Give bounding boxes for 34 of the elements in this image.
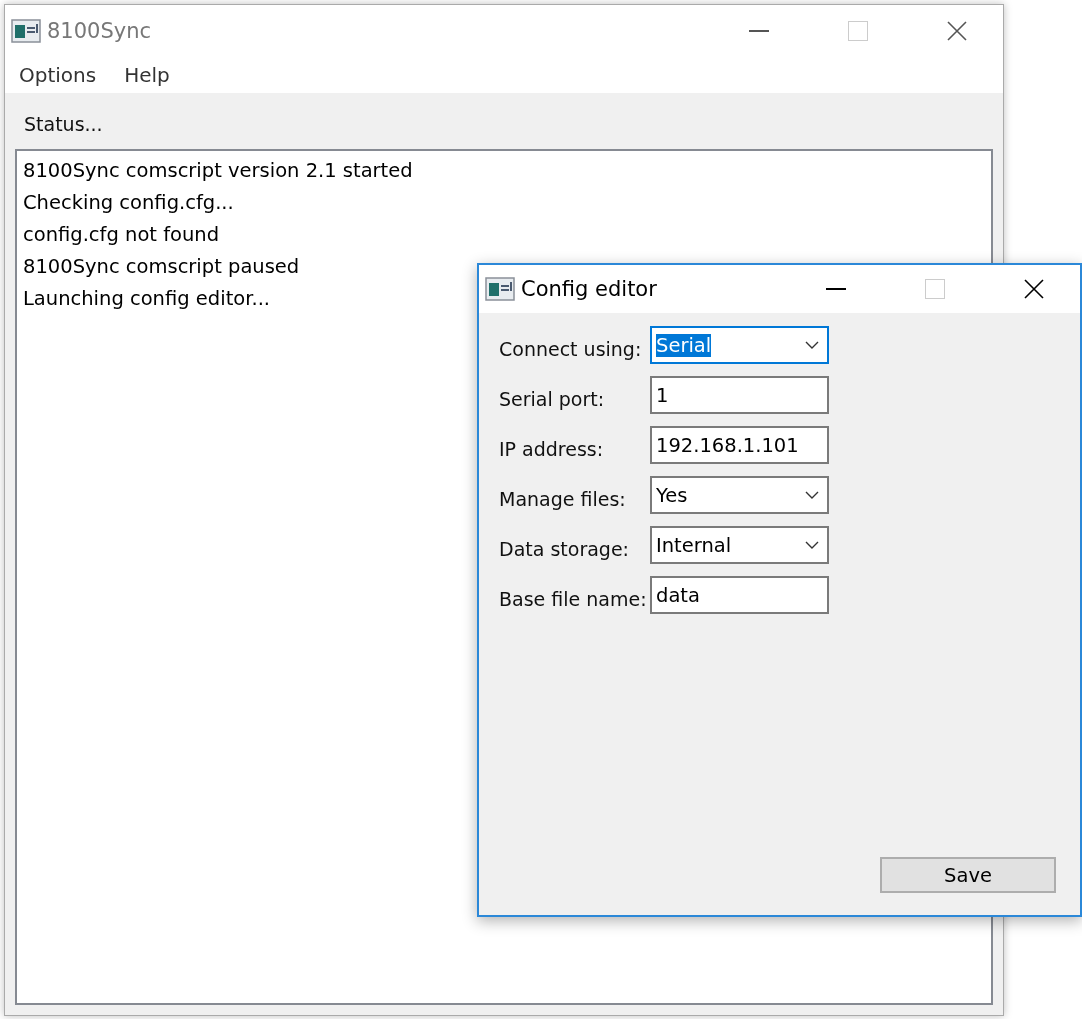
dropdown[interactable]: Yes [650, 476, 829, 514]
minimize-icon [825, 288, 846, 290]
field-label: Base file name: [499, 588, 648, 612]
log-line: Checking config.cfg... [23, 190, 234, 216]
field-label: Connect using: [499, 338, 643, 362]
field-label: Serial port: [499, 388, 606, 412]
app-icon [485, 277, 515, 301]
dropdown[interactable]: Serial [650, 326, 829, 364]
input-field[interactable]: data [650, 576, 829, 614]
menu-item[interactable]: Options [19, 63, 97, 87]
field-label: Manage files: [499, 488, 627, 512]
minimize-icon [748, 30, 769, 32]
close-icon [946, 21, 967, 41]
maximize-icon [847, 21, 868, 41]
log-line: 8100Sync comscript version 2.1 started [23, 158, 413, 184]
field-label: IP address: [499, 438, 605, 462]
log-line: Launching config editor... [23, 286, 271, 312]
field-label: Data storage: [499, 538, 630, 562]
window-title: 8100Sync [47, 19, 153, 43]
menu-item[interactable]: Help [124, 63, 170, 87]
close-icon [1023, 279, 1044, 299]
log-line: 8100Sync comscript paused [23, 254, 300, 280]
chevron-down-icon [805, 341, 819, 349]
maximize-icon [924, 279, 945, 299]
input-field[interactable]: 1 [650, 376, 829, 414]
dropdown[interactable]: Internal [650, 526, 829, 564]
input-field[interactable]: 192.168.1.101 [650, 426, 829, 464]
app-icon [11, 19, 41, 43]
chevron-down-icon [805, 541, 819, 549]
status-label: Status... [24, 113, 104, 135]
save-button[interactable]: Save [880, 857, 1056, 893]
chevron-down-icon [805, 491, 819, 499]
log-line: config.cfg not found [23, 222, 220, 248]
dialog-title: Config editor [521, 277, 658, 301]
